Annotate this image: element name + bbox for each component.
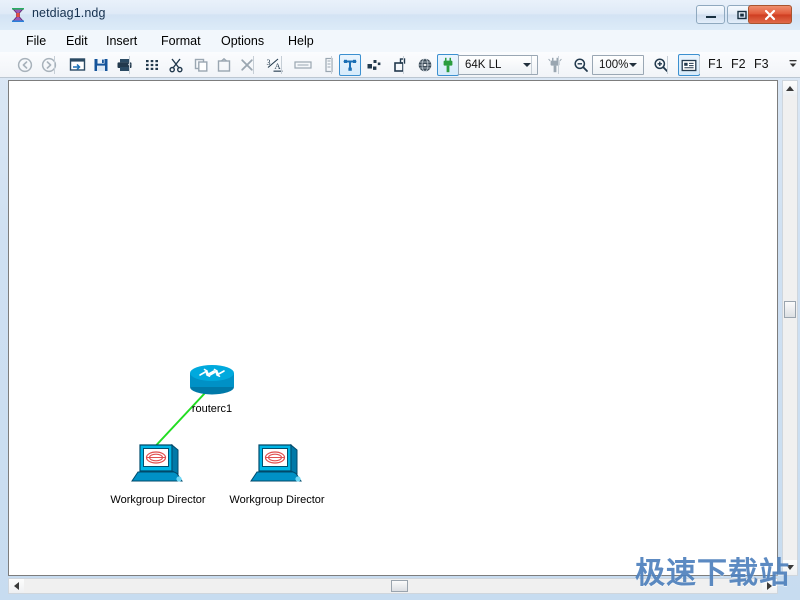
router-node-label: routerc1 [191, 403, 233, 415]
menu-item-edit[interactable]: Edit [60, 33, 94, 49]
minimize-button[interactable] [696, 5, 725, 24]
menu-item-insert[interactable]: Insert [100, 33, 143, 49]
link-type-value: 64K LL [465, 59, 502, 71]
save-icon [93, 57, 109, 73]
application-window: netdiag1.ndg File Edit Insert Format Opt… [0, 0, 800, 600]
zoom-level-value: 100% [599, 59, 629, 71]
zoom-in-button[interactable] [650, 54, 672, 76]
new-document-button[interactable] [66, 54, 88, 76]
title-bar: netdiag1.ndg [0, 0, 800, 30]
toolbar-separator [667, 56, 668, 74]
horizontal-scrollbar-thumb[interactable] [391, 580, 408, 592]
delete-button[interactable] [236, 54, 258, 76]
menu-item-options[interactable]: Options [215, 33, 270, 49]
cloud-network-icon [417, 57, 433, 73]
function-key-f1[interactable]: F1 [708, 57, 723, 71]
cut-icon [168, 57, 184, 73]
label-icon [294, 58, 312, 72]
connect-tool-button[interactable] [339, 54, 361, 76]
toolbar-separator [699, 56, 700, 74]
power-plug-icon [441, 57, 455, 73]
workstation-node-1[interactable]: Workgroup Director [99, 438, 217, 506]
group-nodes-button[interactable] [363, 54, 385, 76]
save-button[interactable] [90, 54, 112, 76]
new-document-icon [69, 57, 86, 73]
text-style-button[interactable]: 3 A [264, 54, 286, 76]
note-button[interactable] [678, 54, 700, 76]
menu-bar: File Edit Insert Format Options Help [0, 30, 800, 52]
cut-button[interactable] [165, 54, 187, 76]
function-key-f3[interactable]: F3 [754, 57, 769, 71]
function-key-f2[interactable]: F2 [731, 57, 746, 71]
ungroup-nodes-icon [391, 57, 407, 73]
menu-item-format[interactable]: Format [155, 33, 207, 49]
toolbar-separator [54, 56, 55, 74]
zoom-out-icon [573, 57, 589, 73]
scroll-left-button[interactable] [9, 579, 24, 593]
diagram-canvas-frame: routerc1 Workgroup Director Workgroup Di… [8, 80, 778, 576]
print-button[interactable] [113, 54, 135, 76]
back-button[interactable] [14, 54, 36, 76]
connect-tool-icon [342, 57, 358, 73]
toolbar-separator [281, 56, 282, 74]
chevron-down-icon [629, 63, 637, 67]
link-type-combo[interactable]: 64K LL [458, 55, 538, 75]
label-button[interactable] [292, 54, 314, 76]
router-icon [177, 363, 247, 402]
toolbar-separator [129, 56, 130, 74]
watermark: 极速下载站 [635, 557, 790, 590]
toolbar: 3 A 64K LL 100% F1 F2 F3 [0, 52, 800, 78]
menu-item-file[interactable]: File [20, 33, 52, 49]
app-icon [10, 7, 26, 23]
copy-icon [193, 57, 209, 73]
scroll-up-button[interactable] [783, 81, 797, 96]
cloud-network-button[interactable] [414, 54, 436, 76]
toolbar-separator [403, 56, 404, 74]
workstation-icon [218, 438, 336, 493]
minimize-icon [697, 6, 724, 23]
toolbar-separator [558, 56, 559, 74]
grid-view-button[interactable] [141, 54, 163, 76]
power-plug-button[interactable] [437, 54, 459, 76]
workstation-node-1-label: Workgroup Director [110, 494, 206, 506]
grid-view-icon [144, 57, 160, 73]
paste-button[interactable] [213, 54, 235, 76]
rack-button[interactable] [318, 54, 340, 76]
menu-item-help[interactable]: Help [282, 33, 320, 49]
close-button[interactable] [748, 5, 792, 24]
link-speed-icon [548, 57, 562, 73]
vertical-scrollbar-thumb[interactable] [784, 301, 796, 318]
ungroup-nodes-button[interactable] [388, 54, 410, 76]
group-nodes-icon [366, 57, 382, 73]
copy-button[interactable] [190, 54, 212, 76]
chevron-down-icon [523, 63, 531, 67]
vertical-scrollbar[interactable] [782, 80, 798, 576]
rack-icon [324, 57, 334, 73]
router-node[interactable]: routerc1 [177, 363, 247, 415]
chevron-up-icon [786, 86, 794, 91]
diagram-canvas[interactable]: routerc1 Workgroup Director Workgroup Di… [9, 81, 777, 575]
workstation-node-2[interactable]: Workgroup Director [218, 438, 336, 506]
toolbar-overflow-button[interactable] [789, 58, 797, 70]
toolbar-separator [331, 56, 332, 74]
toolbar-separator [531, 56, 532, 74]
note-icon [681, 59, 697, 72]
toolbar-separator [253, 56, 254, 74]
workstation-icon [99, 438, 217, 493]
paste-icon [216, 57, 232, 73]
forward-button[interactable] [38, 54, 60, 76]
back-icon [17, 57, 33, 73]
zoom-level-combo[interactable]: 100% [592, 55, 644, 75]
close-icon [749, 6, 791, 23]
chevron-left-icon [14, 582, 19, 590]
window-title: netdiag1.ndg [32, 6, 106, 20]
link-speed-button[interactable] [544, 54, 566, 76]
workstation-node-2-label: Workgroup Director [229, 494, 325, 506]
zoom-out-button[interactable] [570, 54, 592, 76]
